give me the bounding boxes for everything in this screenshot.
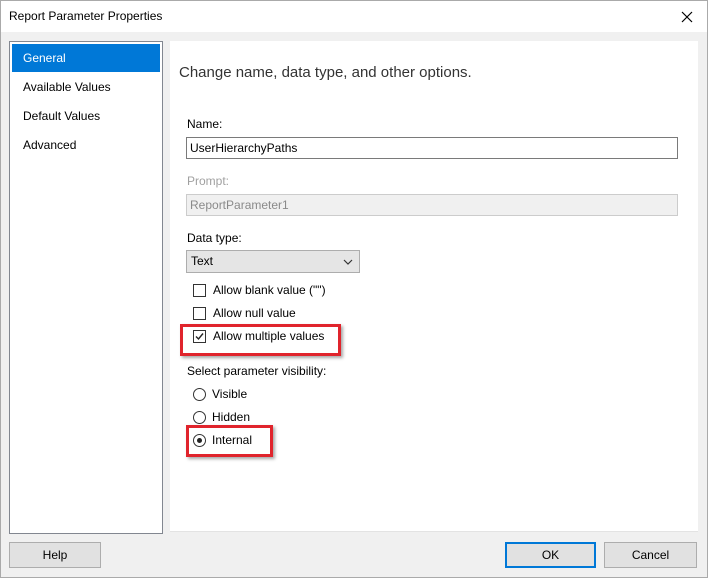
nav-item-label: Default Values	[23, 109, 101, 123]
dialog-title: Report Parameter Properties	[9, 9, 163, 23]
datatype-label: Data type:	[187, 231, 242, 245]
radio-button[interactable]	[193, 410, 206, 424]
general-page: Change name, data type, and other option…	[170, 41, 698, 532]
highlight-box-multiple	[180, 324, 341, 356]
page-nav-list: General Available Values Default Values …	[9, 41, 163, 534]
visibility-label: Select parameter visibility:	[187, 364, 327, 378]
content-divider	[170, 531, 698, 532]
prompt-label: Prompt:	[187, 174, 230, 188]
radio-button[interactable]	[193, 387, 206, 401]
checkbox-box[interactable]	[193, 306, 206, 320]
name-input[interactable]: UserHierarchyPaths	[186, 137, 678, 159]
checkbox-label: Allow null value	[213, 306, 296, 320]
visibility-radio-visible[interactable]: Visible	[193, 385, 247, 403]
page-heading: Change name, data type, and other option…	[179, 64, 472, 81]
name-label: Name:	[187, 117, 223, 131]
nav-item-label: General	[23, 51, 66, 65]
nav-item-general[interactable]: General	[12, 44, 160, 72]
close-button[interactable]	[667, 1, 707, 32]
nav-item-default-values[interactable]: Default Values	[12, 102, 160, 130]
datatype-select[interactable]: Text	[186, 250, 360, 273]
nav-item-available-values[interactable]: Available Values	[12, 73, 160, 101]
allow-blank-checkbox[interactable]: Allow blank value ("")	[193, 281, 326, 299]
help-button[interactable]: Help	[9, 542, 101, 568]
checkbox-box[interactable]	[193, 283, 206, 297]
highlight-box-internal	[186, 425, 273, 457]
radio-label: Hidden	[212, 410, 251, 424]
nav-item-label: Advanced	[23, 138, 77, 152]
cancel-button[interactable]: Cancel	[604, 542, 697, 568]
chevron-down-icon	[343, 259, 353, 265]
checkbox-label: Allow blank value ("")	[213, 283, 326, 297]
dialog-window: Report Parameter Properties General Avai…	[0, 0, 708, 578]
nav-item-advanced[interactable]: Advanced	[12, 131, 160, 159]
nav-item-label: Available Values	[23, 80, 111, 94]
visibility-radio-hidden[interactable]: Hidden	[193, 408, 250, 426]
close-icon	[681, 11, 693, 22]
radio-label: Visible	[212, 387, 248, 401]
title-bar: Report Parameter Properties	[1, 1, 707, 32]
datatype-selected-value: Text	[191, 254, 214, 268]
prompt-input: ReportParameter1	[186, 194, 678, 216]
allow-null-checkbox[interactable]: Allow null value	[193, 304, 296, 322]
ok-button[interactable]: OK	[505, 542, 596, 568]
